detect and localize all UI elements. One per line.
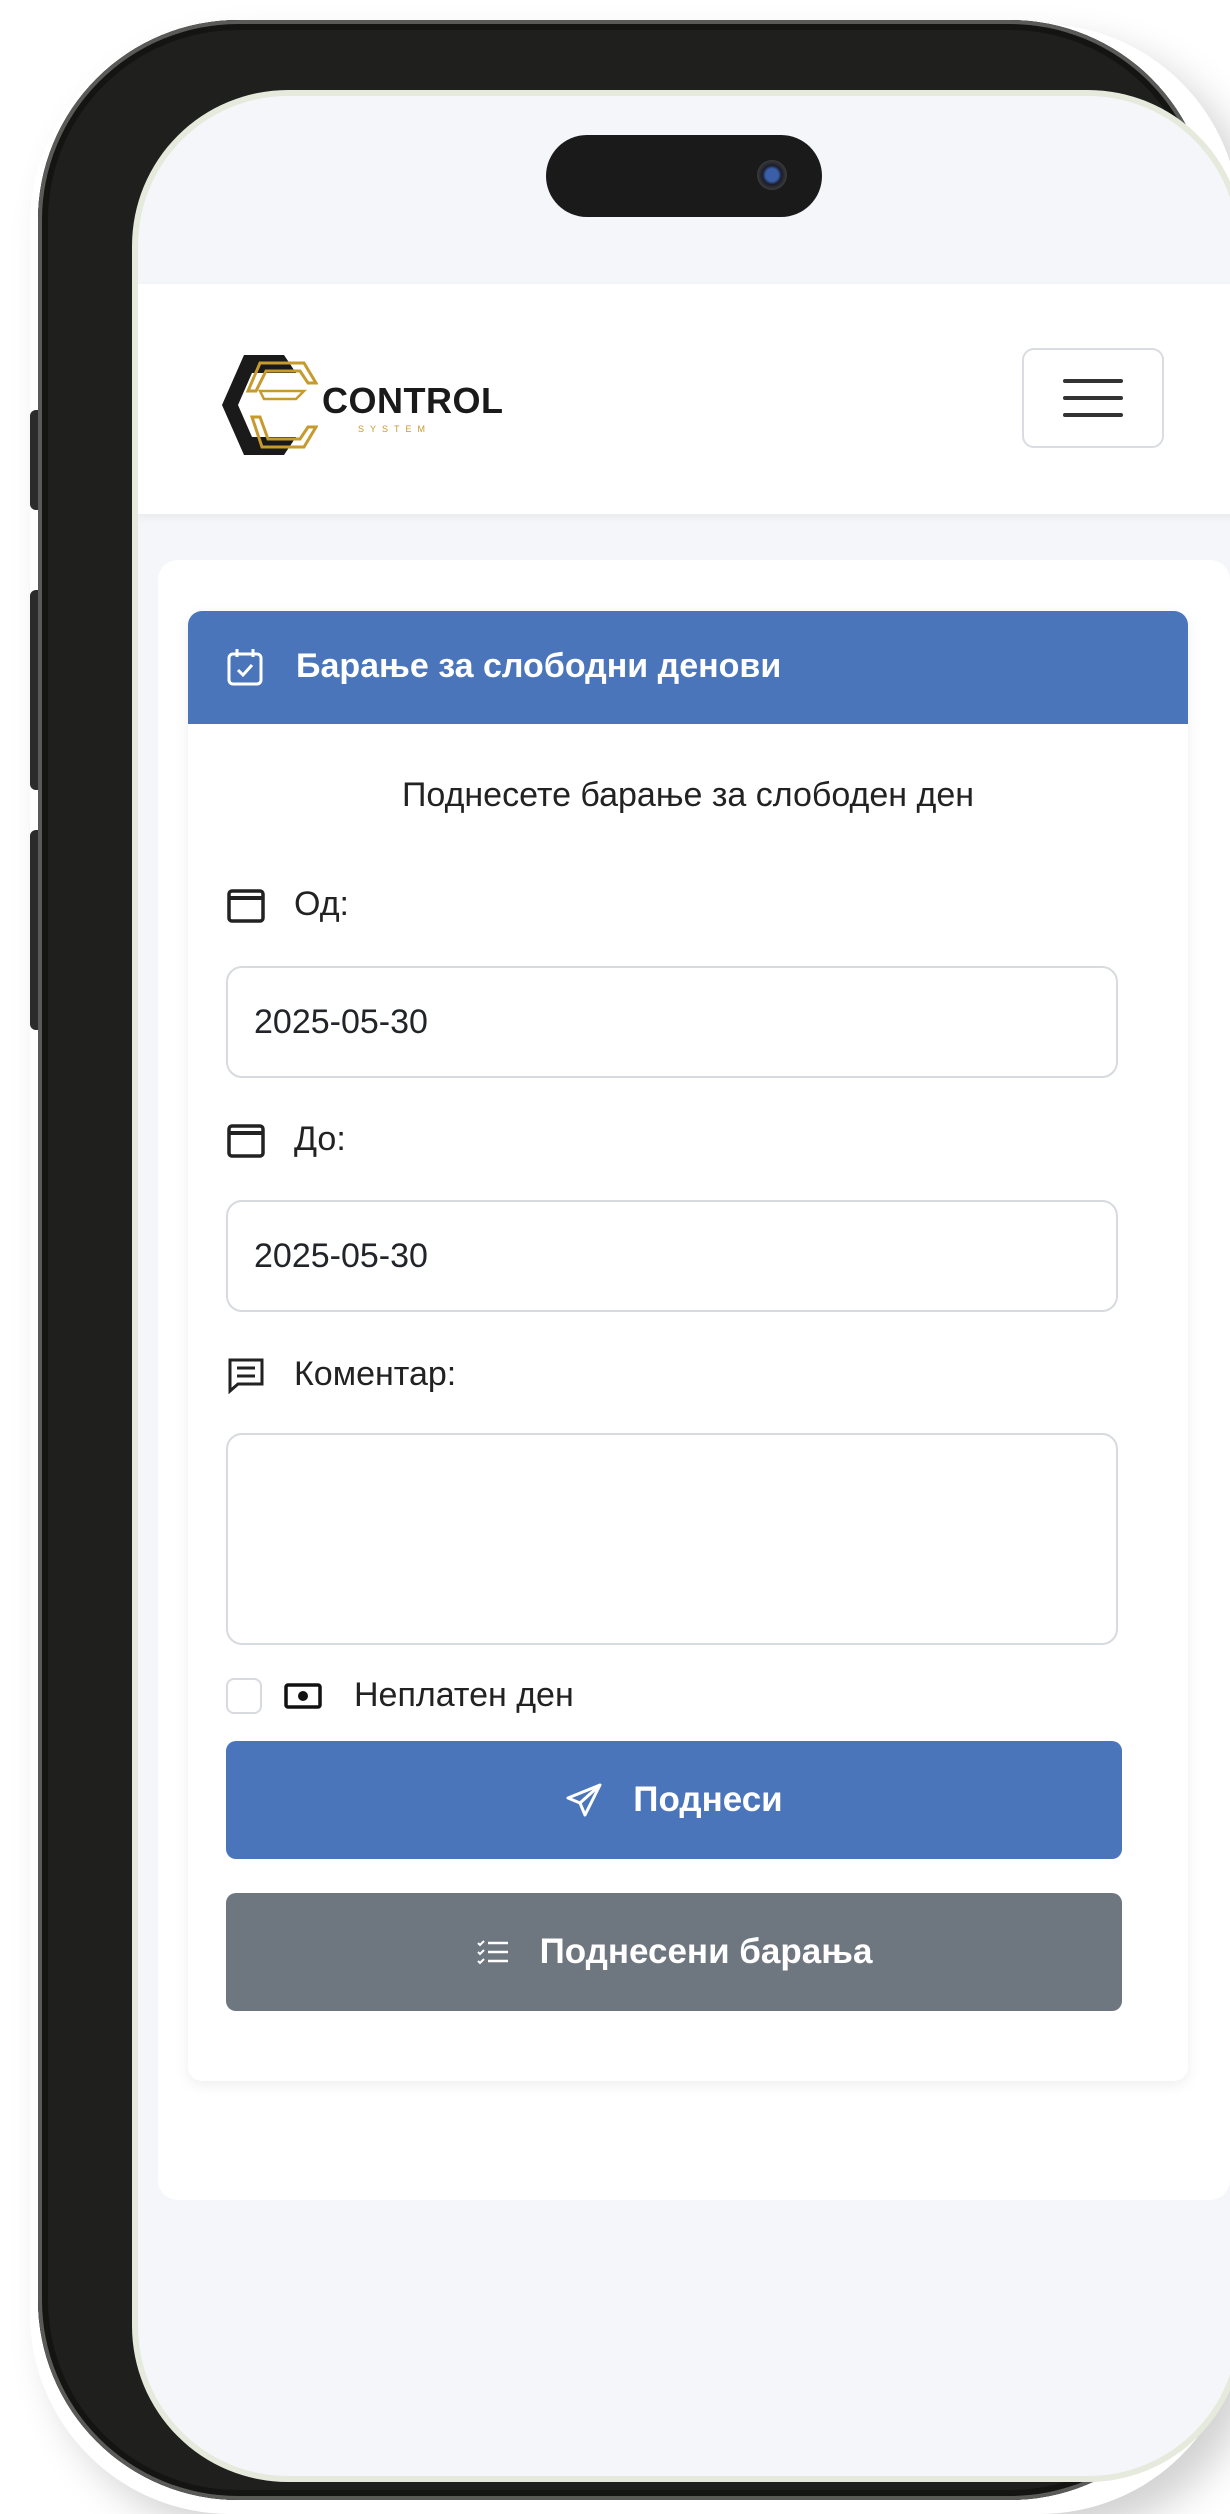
form-subtitle: Поднесете барање за слободен ден <box>401 776 975 814</box>
unpaid-day-label: Неплатен ден <box>354 1676 574 1714</box>
front-camera-icon <box>757 160 787 190</box>
brand-name: CONTROL <box>322 380 504 421</box>
submit-button-label: Поднеси <box>633 1780 783 1819</box>
leave-request-card: Барање за слободни денови Поднесете бара… <box>188 611 1188 2081</box>
navbar-toggle-button[interactable] <box>1022 348 1164 448</box>
submitted-requests-button[interactable]: Поднесени барања <box>226 1893 1122 2011</box>
send-icon <box>566 1783 602 1817</box>
phone-frame: CONTROL SYSTEM Барање за слободни денови… <box>38 20 1230 2500</box>
cash-icon <box>284 1683 322 1709</box>
card-header: Барање за слободни денови <box>188 611 1188 724</box>
calendar-icon <box>227 889 265 923</box>
unpaid-day-checkbox[interactable] <box>226 1678 262 1714</box>
hamburger-menu-icon <box>1063 413 1123 417</box>
calendar-icon <box>227 1124 265 1158</box>
calendar-check-icon <box>227 649 263 686</box>
hamburger-menu-icon <box>1063 379 1123 383</box>
comment-label: Коментар: <box>294 1355 457 1393</box>
navbar: CONTROL SYSTEM <box>138 284 1230 514</box>
list-check-icon <box>476 1940 508 1965</box>
from-date-label: Од: <box>294 885 349 923</box>
comment-textarea[interactable] <box>226 1433 1118 1645</box>
from-date-input[interactable] <box>226 966 1118 1078</box>
phone-screen: CONTROL SYSTEM Барање за слободни денови… <box>138 96 1230 2476</box>
hamburger-menu-icon <box>1063 396 1123 400</box>
submit-button[interactable]: Поднеси <box>226 1741 1122 1859</box>
brand-tagline: SYSTEM <box>358 424 432 434</box>
to-date-input[interactable] <box>226 1200 1118 1312</box>
card-title: Барање за слободни денови <box>296 647 782 685</box>
brand-logo-icon <box>222 355 318 455</box>
comment-icon <box>228 1358 264 1394</box>
submitted-requests-button-label: Поднесени барања <box>539 1932 873 1971</box>
to-date-label: До: <box>294 1120 346 1158</box>
